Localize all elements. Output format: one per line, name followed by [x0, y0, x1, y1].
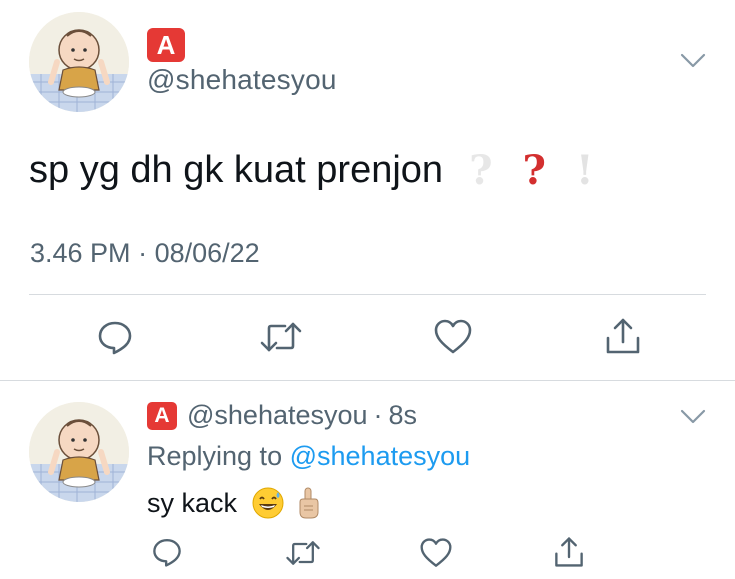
speech-bubble-icon: [98, 321, 132, 355]
heart-icon: [434, 319, 472, 354]
reply-reply-button[interactable]: [151, 536, 183, 568]
avatar[interactable]: [29, 12, 129, 112]
reply-share-button[interactable]: [553, 535, 585, 569]
reply-age[interactable]: 8s: [389, 400, 418, 431]
like-button[interactable]: [433, 318, 473, 356]
white-question-mark-icon: ?: [469, 147, 493, 194]
reply-author-handle[interactable]: @shehatesyou: [187, 400, 368, 431]
retweet-icon: [286, 541, 320, 565]
speech-bubble-icon: [153, 539, 181, 567]
tweet-body: sp yg dh gk kuat prenjon: [29, 149, 444, 191]
heart-icon: [420, 538, 452, 567]
tweet-timestamp[interactable]: 3.46 PM · 08/06/22: [30, 238, 260, 269]
letter-a-badge-icon: A: [147, 401, 177, 430]
red-question-mark-icon: ?: [522, 147, 546, 194]
reply-like-button[interactable]: [419, 537, 453, 569]
reply-header: A @shehatesyou · 8s: [147, 400, 417, 431]
reply-chevron-down-icon[interactable]: [680, 408, 706, 426]
cartoon-character-avatar-icon: [29, 12, 129, 112]
replying-mention-link[interactable]: @shehatesyou: [290, 441, 471, 471]
pointing-up-emoji-icon: [291, 486, 325, 520]
grinning-sweat-emoji-icon: [251, 486, 285, 520]
retweet-button[interactable]: [259, 318, 303, 356]
share-icon: [606, 318, 640, 354]
share-button[interactable]: [604, 316, 642, 356]
replying-prefix: Replying to: [147, 441, 283, 471]
reply-separator: ·: [373, 400, 383, 430]
reply-button[interactable]: [96, 318, 134, 356]
divider: [29, 294, 706, 295]
letter-a-badge-icon: A: [147, 28, 185, 62]
chevron-down-icon[interactable]: [680, 52, 706, 70]
tweet-date: 08/06/22: [154, 238, 260, 268]
author-handle[interactable]: @shehatesyou: [147, 64, 337, 96]
tweet-time: 3.46 PM: [30, 238, 131, 268]
badge-letter: A: [156, 29, 176, 60]
tweet-text: sp yg dh gk kuat prenjon ? ? !: [29, 147, 594, 194]
reply-text: sy kack: [147, 486, 325, 520]
reply-avatar[interactable]: [29, 402, 129, 502]
share-icon: [555, 537, 583, 567]
cartoon-character-avatar-icon: [29, 402, 129, 502]
timestamp-separator: ·: [138, 238, 148, 268]
section-divider: [0, 380, 735, 381]
retweet-icon: [260, 322, 302, 352]
badge-letter: A: [154, 403, 170, 427]
white-exclamation-mark-icon: !: [575, 147, 594, 194]
reply-body: sy kack: [147, 487, 238, 518]
reply-retweet-button[interactable]: [285, 537, 321, 569]
replying-to-line: Replying to @shehatesyou: [147, 441, 470, 472]
